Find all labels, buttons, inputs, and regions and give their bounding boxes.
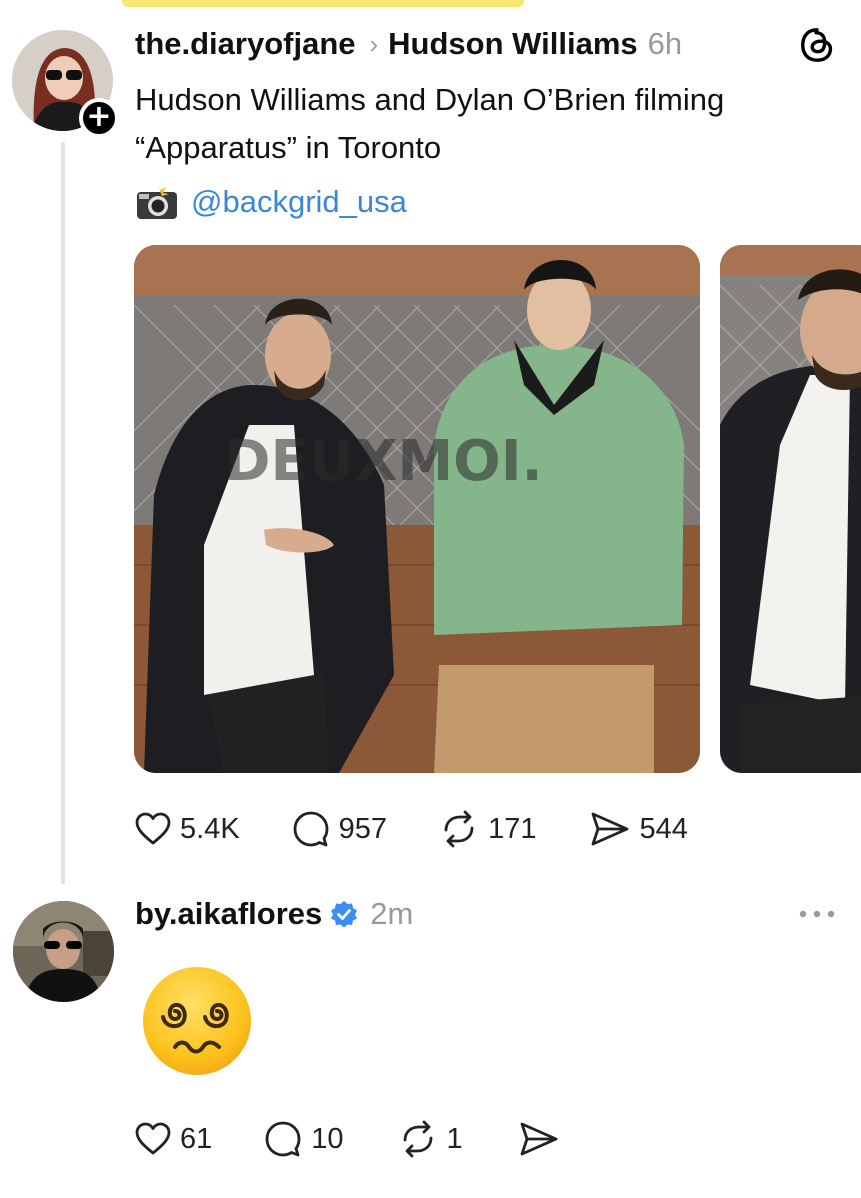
reply-actions: 61 10 1 <box>135 1116 559 1162</box>
reply-repost-button[interactable]: 1 <box>398 1120 463 1158</box>
follow-plus-icon[interactable]: + <box>79 98 119 138</box>
heart-icon <box>135 812 171 845</box>
comment-icon <box>265 1121 301 1157</box>
photo-men-filming: DEUXMOI. <box>134 245 700 773</box>
like-count: 5.4K <box>180 812 240 845</box>
credit-handle-link[interactable]: @backgrid_usa <box>191 184 407 220</box>
photo-man-closeup <box>720 245 861 773</box>
watermark-text: DEUXMOI. <box>224 429 543 494</box>
share-button[interactable]: 544 <box>590 811 688 847</box>
highlight-strip <box>122 0 524 7</box>
post-header: the.diaryofjane › Hudson Williams 6h <box>135 22 682 66</box>
post-text: Hudson Williams and Dylan O’Brien filmin… <box>135 82 725 165</box>
camera-icon <box>137 184 177 219</box>
comment-icon <box>293 811 329 847</box>
face-with-spiral-eyes-emoji <box>143 967 251 1075</box>
share-icon <box>520 1122 558 1156</box>
reply-share-button[interactable] <box>519 1121 559 1157</box>
thread-connector-line <box>61 142 65 884</box>
reply-repost-count: 1 <box>446 1122 463 1155</box>
post-time: 6h <box>647 26 683 61</box>
photo-credit: @backgrid_usa <box>135 180 407 224</box>
heart-icon <box>135 1122 171 1155</box>
reply-like-button[interactable]: 61 <box>135 1122 212 1156</box>
verified-badge-icon <box>331 901 358 928</box>
post-photo-2[interactable] <box>720 245 861 773</box>
chevron-right-icon: › <box>369 28 379 59</box>
reply-comment-count: 10 <box>311 1122 344 1155</box>
repost-button[interactable]: 171 <box>439 810 536 848</box>
reply-like-count: 61 <box>180 1122 213 1155</box>
share-icon <box>592 812 629 846</box>
reply-button[interactable]: 957 <box>292 810 387 848</box>
reply-header: by.aikaflores 2m <box>135 892 413 936</box>
repost-icon <box>444 810 474 848</box>
reply-comment-button[interactable]: 10 <box>264 1120 344 1158</box>
post-topic[interactable]: Hudson Williams <box>388 26 637 62</box>
post-username[interactable]: the.diaryofjane <box>135 26 356 62</box>
share-count: 544 <box>639 812 688 845</box>
reply-avatar-image <box>13 901 114 1002</box>
more-options-icon[interactable] <box>797 903 837 925</box>
threads-feed: + the.diaryofjane › Hudson Williams 6h H… <box>0 0 861 1198</box>
reply-count: 957 <box>338 812 388 845</box>
post-photo-1[interactable]: DEUXMOI. <box>134 245 700 773</box>
repost-icon <box>403 1120 432 1158</box>
reply-username[interactable]: by.aikaflores <box>135 896 322 932</box>
like-button[interactable]: 5.4K <box>135 812 240 846</box>
reply-time: 2m <box>370 896 414 931</box>
post-actions: 5.4K 957 171 544 <box>135 806 688 852</box>
reply-avatar[interactable] <box>13 901 114 1002</box>
threads-logo-icon[interactable] <box>798 26 836 64</box>
repost-count: 171 <box>488 812 537 845</box>
